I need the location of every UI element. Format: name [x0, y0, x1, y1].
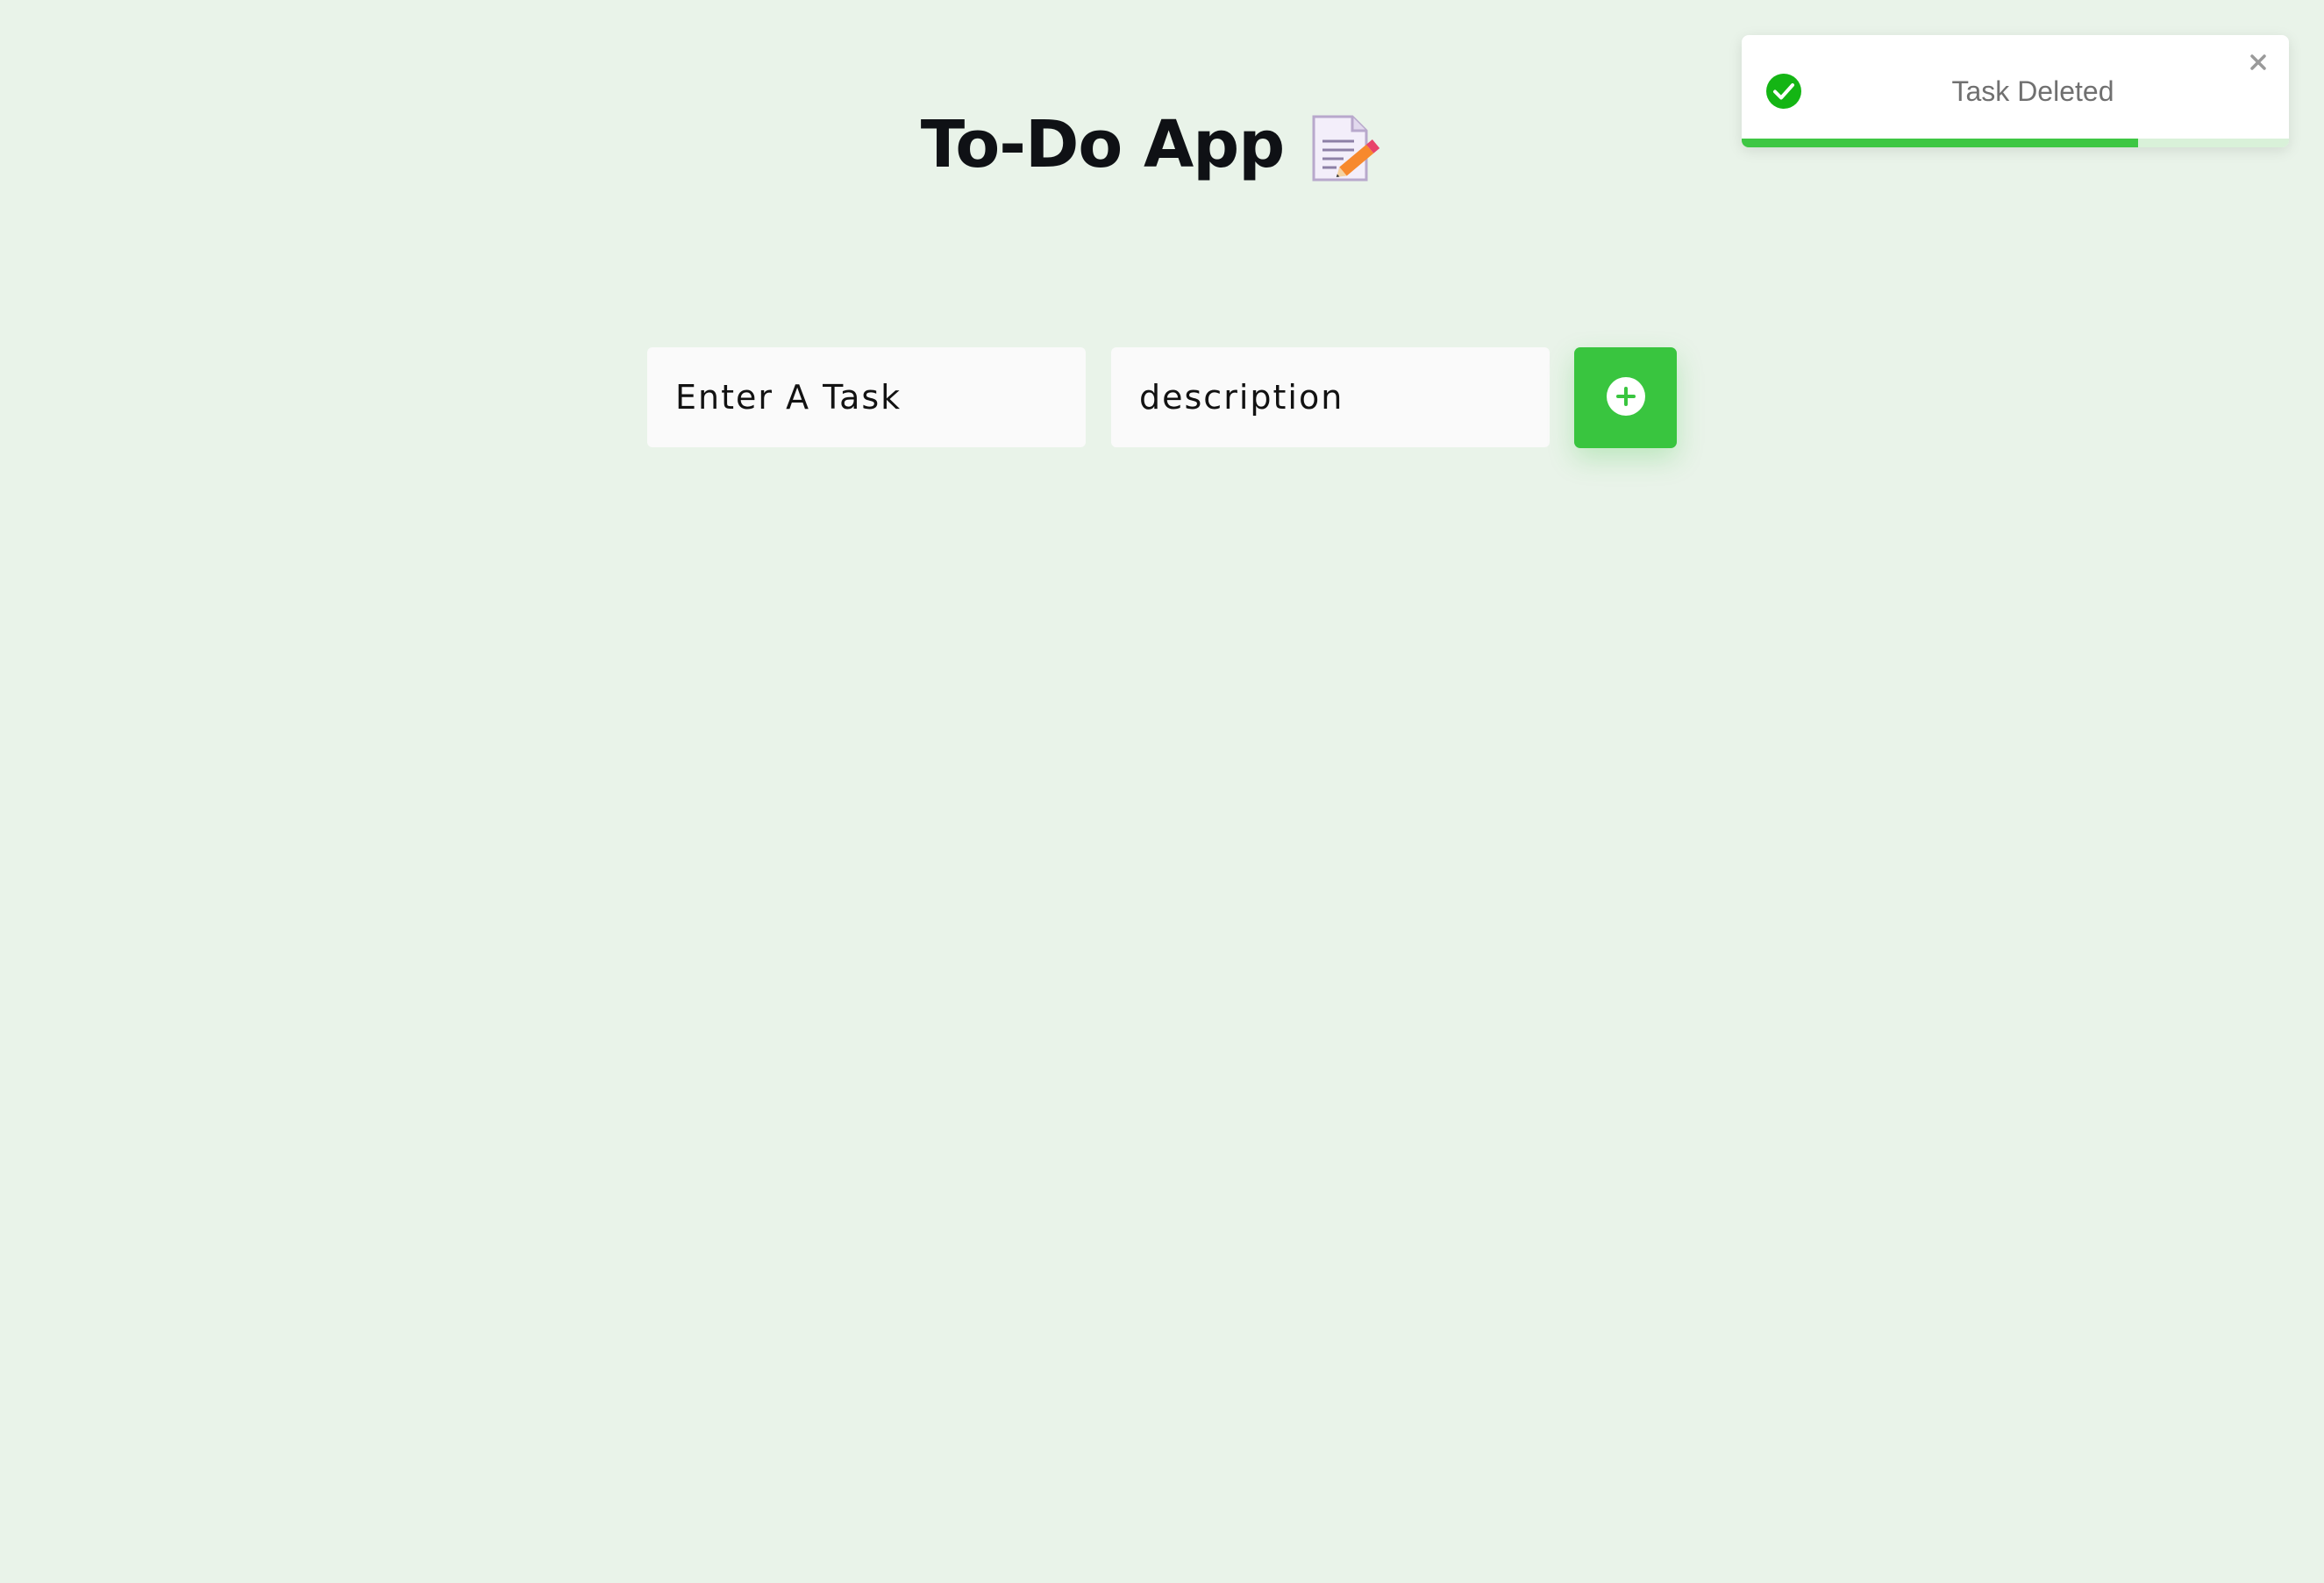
description-input[interactable] [1111, 347, 1550, 447]
toast-progress-bar [1742, 139, 2139, 147]
toast-notification: Task Deleted [1742, 35, 2289, 147]
toast-progress-track [1742, 139, 2289, 147]
memo-icon [1308, 111, 1382, 185]
task-input[interactable] [647, 347, 1086, 447]
close-icon[interactable] [2243, 47, 2273, 77]
add-task-button[interactable] [1574, 347, 1677, 448]
page-title: To-Do App [920, 107, 1285, 182]
check-circle-icon [1766, 74, 1801, 109]
toast-message: Task Deleted [1951, 75, 2114, 107]
plus-circle-icon [1606, 376, 1646, 419]
